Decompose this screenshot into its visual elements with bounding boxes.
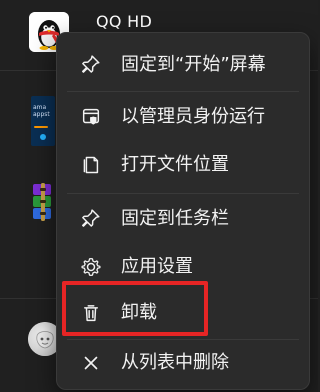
amazon-dot xyxy=(40,134,46,140)
menu-separator xyxy=(67,339,299,340)
menu-item-label: 以管理员身份运行 xyxy=(121,106,265,127)
menu-separator xyxy=(67,193,299,194)
amazon-icon-text: ama appst xyxy=(33,104,50,118)
pin-icon xyxy=(77,51,105,79)
open-file-location-icon xyxy=(77,151,105,179)
menu-item-uninstall[interactable]: 卸载 xyxy=(67,293,299,333)
menu-item-open-file-location[interactable]: 打开文件位置 xyxy=(67,145,299,185)
app-title: QQ HD xyxy=(96,12,153,31)
menu-separator xyxy=(67,91,299,92)
menu-item-label: 卸载 xyxy=(121,302,157,323)
start-menu-screenshot: QQ HD ama appst 固定到“开始”屏幕 以管理员身份运行 打开文件位… xyxy=(0,0,318,392)
menu-item-app-settings[interactable]: 应用设置 xyxy=(67,247,299,287)
menu-item-pin-to-taskbar[interactable]: 固定到任务栏 xyxy=(67,199,299,239)
menu-item-run-as-admin[interactable]: 以管理员身份运行 xyxy=(67,97,299,137)
menu-item-label: 打开文件位置 xyxy=(121,154,229,175)
settings-gear-icon xyxy=(77,253,105,281)
amazon-smile-underline xyxy=(34,126,48,128)
menu-item-remove-from-list[interactable]: 从列表中删除 xyxy=(67,343,299,383)
menu-item-label: 应用设置 xyxy=(121,256,193,277)
winrar-icon[interactable] xyxy=(30,182,54,222)
close-icon xyxy=(77,349,105,377)
pin-taskbar-icon xyxy=(77,205,105,233)
menu-item-pin-to-start[interactable]: 固定到“开始”屏幕 xyxy=(67,45,299,85)
amazon-appstore-icon[interactable]: ama appst xyxy=(31,96,55,146)
menu-item-label: 从列表中删除 xyxy=(121,352,229,373)
menu-item-label: 固定到“开始”屏幕 xyxy=(121,54,266,75)
admin-shield-icon xyxy=(77,103,105,131)
trash-icon xyxy=(77,299,105,327)
menu-item-label: 固定到任务栏 xyxy=(121,208,229,229)
context-menu: 固定到“开始”屏幕 以管理员身份运行 打开文件位置 固定到任务栏 应用设置 卸载… xyxy=(56,32,310,390)
winrar-books-icon xyxy=(33,183,51,221)
